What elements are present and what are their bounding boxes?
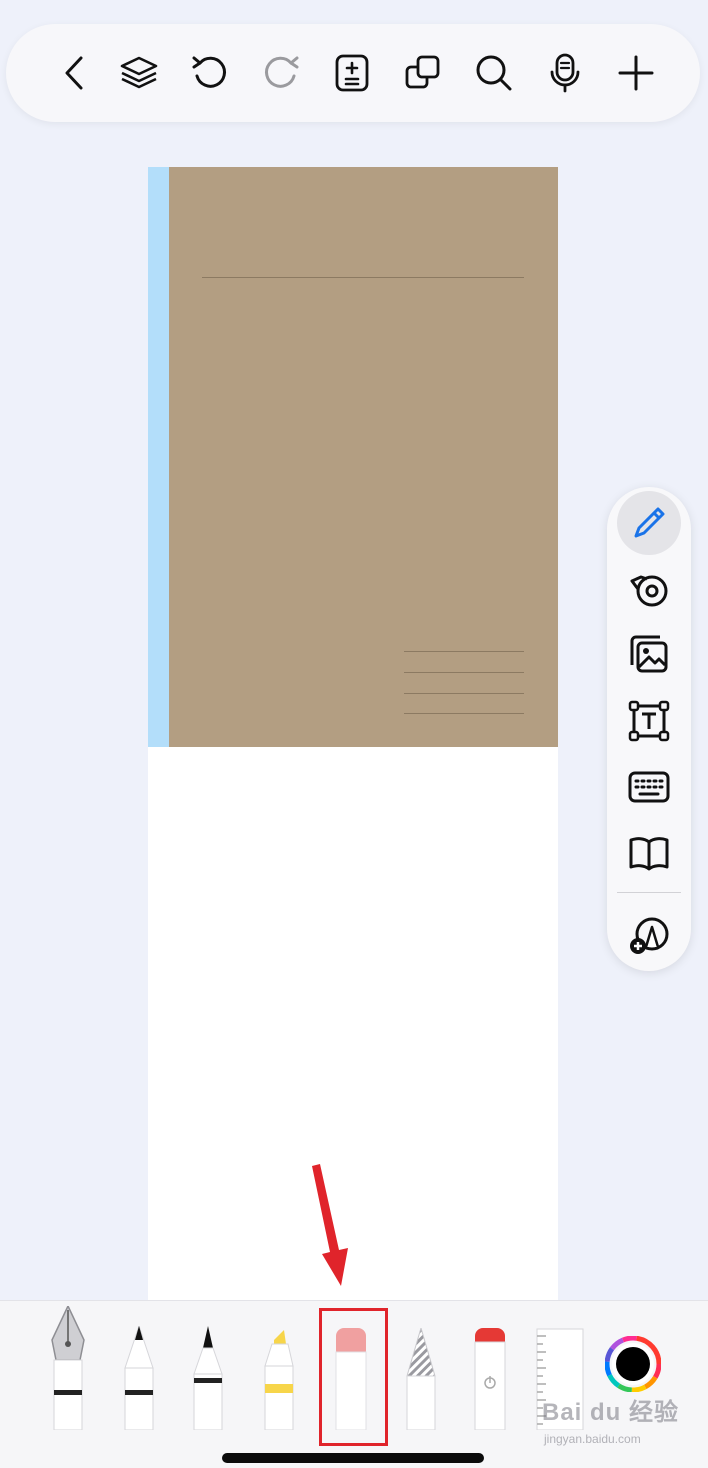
book-icon [629, 837, 669, 871]
copy-icon [405, 55, 440, 89]
notebook-spine [148, 167, 169, 747]
undo-icon [192, 56, 226, 88]
lasso-icon [406, 1328, 436, 1430]
ballpoint-pen-icon [124, 1326, 154, 1430]
color-picker-button[interactable] [605, 1336, 661, 1392]
chevron-left-icon [65, 56, 83, 90]
tape-mode-button[interactable] [617, 557, 681, 621]
back-button[interactable] [46, 44, 104, 102]
laser-pointer-tool[interactable] [473, 1328, 507, 1430]
lasso-tool[interactable] [404, 1328, 438, 1430]
watermark-sub: jingyan.baidu.com [544, 1432, 641, 1446]
brush-pen-tool[interactable] [191, 1326, 225, 1430]
side-toolbar-divider [617, 892, 681, 893]
watermark: Bai du 经验 jingyan.baidu.com [540, 1388, 700, 1452]
layers-icon [120, 56, 158, 89]
pencil-icon [634, 507, 665, 538]
microphone-icon [550, 53, 580, 93]
pen-mode-button[interactable] [617, 491, 681, 555]
reader-mode-button[interactable] [617, 821, 681, 885]
page-add-button[interactable] [323, 44, 381, 102]
text-box-icon [628, 700, 670, 742]
keyboard-mode-button[interactable] [617, 755, 681, 819]
layers-button[interactable] [110, 44, 168, 102]
color-wheel-icon [605, 1336, 661, 1392]
shapes-add-button[interactable] [617, 903, 681, 967]
brush-pen-icon [193, 1326, 223, 1430]
top-toolbar [6, 24, 700, 122]
home-indicator[interactable] [222, 1453, 484, 1463]
fountain-pen-icon [51, 1306, 85, 1430]
notebook-cover [148, 167, 558, 747]
cover-info-line [404, 672, 524, 673]
tape-icon [630, 575, 668, 607]
ballpoint-pen-tool[interactable] [122, 1326, 156, 1430]
redo-icon [265, 56, 299, 88]
highlighter-tool[interactable] [262, 1326, 296, 1430]
cover-info-line [404, 651, 524, 652]
image-mode-button[interactable] [617, 623, 681, 687]
page-plus-minus-icon [335, 54, 369, 92]
watermark-main: Bai du 经验 [542, 1399, 680, 1426]
search-icon [476, 55, 512, 91]
voice-button[interactable] [536, 44, 594, 102]
fountain-pen-tool[interactable] [50, 1306, 86, 1430]
duplicate-button[interactable] [394, 44, 452, 102]
textbox-mode-button[interactable] [617, 689, 681, 753]
plus-icon [618, 55, 654, 91]
cover-title-line [202, 277, 524, 278]
undo-button[interactable] [181, 44, 239, 102]
cover-info-line [404, 693, 524, 694]
keyboard-icon [628, 771, 670, 803]
cover-info-line [404, 713, 524, 714]
annotation-arrow [312, 1164, 348, 1286]
annotation-highlight-box [319, 1308, 388, 1446]
laser-pointer-icon [474, 1328, 506, 1430]
shapes-add-icon [630, 917, 669, 954]
notebook-page[interactable] [148, 167, 558, 1300]
search-button[interactable] [465, 44, 523, 102]
side-toolbar [607, 487, 691, 971]
redo-button[interactable] [252, 44, 310, 102]
add-button[interactable] [607, 44, 665, 102]
image-icon [630, 635, 668, 673]
highlighter-icon [264, 1330, 294, 1430]
